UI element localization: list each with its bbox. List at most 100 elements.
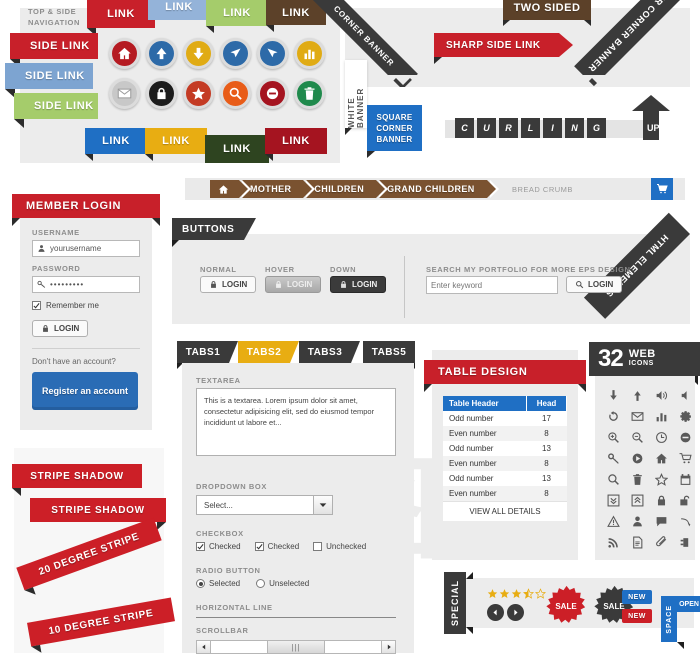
down-login-button[interactable]: LOGIN — [330, 276, 387, 293]
scrollbar-thumb[interactable]: ||| — [267, 641, 325, 653]
icon-button-chart[interactable] — [294, 38, 325, 69]
icon-button-lock[interactable] — [146, 78, 177, 109]
search-login-button[interactable]: LOGIN — [566, 276, 623, 293]
checkbox-0[interactable] — [196, 542, 205, 551]
next-button[interactable] — [507, 604, 524, 621]
grid-icon-cart[interactable] — [674, 449, 696, 468]
grid-icon-search[interactable] — [602, 470, 624, 489]
hover-login-button[interactable]: LOGIN — [265, 276, 322, 293]
new-badge-blue[interactable]: NEW — [622, 590, 652, 604]
tab-tabs2[interactable]: TABS2 — [238, 341, 290, 363]
grid-icon-unlock[interactable] — [674, 491, 696, 510]
grid-icon-zoom-in[interactable] — [602, 428, 624, 447]
checkbox-item-0[interactable]: Checked — [196, 542, 241, 551]
star-rating[interactable] — [487, 588, 546, 599]
tab-tabs1[interactable]: TABS1 — [177, 341, 229, 363]
scrollbar-track-right[interactable] — [325, 641, 381, 653]
grid-icon-minus-circle[interactable] — [674, 428, 696, 447]
side-link-0[interactable]: SIDE LINK — [10, 33, 98, 68]
grid-icon-lock[interactable] — [650, 491, 672, 510]
grid-icon-zoom-out[interactable] — [626, 428, 648, 447]
icon-button-mail[interactable] — [109, 78, 140, 109]
icon-button-trash[interactable] — [294, 78, 325, 109]
tab-tabs3[interactable]: TABS3 — [299, 341, 351, 363]
tab-tabs5[interactable]: TABS5 — [363, 341, 415, 363]
icon-button-cursor-right[interactable] — [257, 38, 288, 69]
icon-button-star[interactable] — [183, 78, 214, 109]
sharp-side-link[interactable]: SHARP SIDE LINK — [434, 33, 573, 57]
top-link-0[interactable]: LINK — [87, 0, 155, 28]
grid-icon-user[interactable] — [626, 512, 648, 531]
grid-icon-warning[interactable] — [602, 512, 624, 531]
grid-icon-home[interactable] — [650, 449, 672, 468]
new-badge-red[interactable]: NEW — [622, 609, 652, 623]
member-login-button[interactable]: LOGIN — [32, 320, 89, 337]
textarea-input[interactable]: This is a textarea. Lorem ipsum dolor si… — [196, 388, 396, 456]
icon-button-search[interactable] — [220, 78, 251, 109]
grid-icon-mail[interactable] — [626, 407, 648, 426]
bottom-link-3[interactable]: LINK — [265, 128, 327, 154]
square-corner-banner[interactable]: SQUARE CORNER BANNER — [367, 105, 422, 151]
grid-icon-download[interactable] — [602, 386, 624, 405]
grid-icon-chevron-up-box[interactable] — [626, 491, 648, 510]
grid-icon-plug[interactable] — [674, 533, 696, 552]
password-input[interactable]: ••••••••• — [32, 276, 140, 293]
icon-button-cursor-left[interactable] — [220, 38, 251, 69]
side-link-2[interactable]: SIDE LINK — [14, 93, 98, 128]
remember-me-row[interactable]: Remember me — [32, 301, 99, 310]
grid-icon-document[interactable] — [626, 533, 648, 552]
register-account-button[interactable]: Register an account — [32, 372, 138, 410]
view-all-details-link[interactable]: VIEW ALL DETAILS — [443, 501, 567, 521]
username-input[interactable]: yourusername — [32, 240, 140, 257]
top-link-2[interactable]: LINK — [206, 0, 268, 26]
sale-badge-red[interactable]: SALE — [545, 585, 587, 627]
grid-icon-reply[interactable] — [674, 512, 696, 531]
radio-item-1[interactable]: Unselected — [256, 579, 309, 588]
icon-button-minus-circle[interactable] — [257, 78, 288, 109]
dropdown-box[interactable]: Select... — [196, 495, 332, 515]
bottom-link-1[interactable]: LINK — [145, 128, 207, 154]
bottom-link-2[interactable]: LINK — [205, 135, 269, 163]
stripe-shadow-0[interactable]: STRIPE SHADOW — [12, 464, 142, 496]
space-open-badge[interactable]: SPACE OPEN — [661, 596, 700, 649]
grid-icon-calendar[interactable] — [674, 470, 696, 489]
grid-icon-trash[interactable] — [626, 470, 648, 489]
icon-button-home[interactable] — [109, 38, 140, 69]
checkbox-2[interactable] — [313, 542, 323, 551]
grid-icon-clock[interactable] — [650, 428, 672, 447]
normal-login-button[interactable]: LOGIN — [200, 276, 257, 293]
grid-icon-chevron-down-box[interactable] — [602, 491, 624, 510]
bottom-link-0[interactable]: LINK — [85, 128, 147, 154]
grid-icon-gear[interactable] — [674, 407, 696, 426]
scrollbar-track-left[interactable] — [211, 641, 267, 653]
grid-icon-rss[interactable] — [602, 533, 624, 552]
scrollbar-right-arrow[interactable] — [381, 641, 395, 653]
remember-me-checkbox[interactable] — [32, 301, 41, 310]
stripe-shadow-1[interactable]: STRIPE SHADOW — [30, 498, 166, 530]
grid-icon-upload[interactable] — [626, 386, 648, 405]
checkbox-item-1[interactable]: Checked — [254, 542, 299, 551]
side-link-1[interactable]: SIDE LINK — [5, 63, 93, 98]
radio-item-0[interactable]: Selected — [196, 579, 240, 588]
breadcrumb-item-children[interactable]: CHILDREN — [306, 180, 388, 198]
scrollbar[interactable]: ||| — [196, 640, 396, 654]
grid-icon-key[interactable] — [602, 449, 624, 468]
scrollbar-left-arrow[interactable] — [197, 641, 211, 653]
grid-icon-attach[interactable] — [650, 533, 672, 552]
checkbox-item-2[interactable]: Unchecked — [313, 542, 366, 551]
breadcrumb-item-mother[interactable]: MOTHER — [242, 180, 316, 198]
radio-1[interactable] — [256, 579, 266, 588]
grid-icon-refresh[interactable] — [602, 407, 624, 426]
grid-icon-mute[interactable] — [674, 386, 696, 405]
radio-0[interactable] — [196, 579, 205, 588]
two-sided-banner[interactable]: TWO SIDED — [503, 0, 591, 20]
top-link-1[interactable]: LINK — [148, 0, 210, 20]
grid-icon-volume[interactable] — [650, 386, 672, 405]
grid-icon-star[interactable] — [650, 470, 672, 489]
breadcrumb-cart-button[interactable] — [651, 178, 673, 200]
icon-button-arrow-up[interactable] — [146, 38, 177, 69]
breadcrumb-item-grand-children[interactable]: GRAND CHILDREN — [379, 180, 499, 198]
icon-button-arrow-down[interactable] — [183, 38, 214, 69]
grid-icon-chart[interactable] — [650, 407, 672, 426]
search-input[interactable] — [426, 276, 558, 294]
